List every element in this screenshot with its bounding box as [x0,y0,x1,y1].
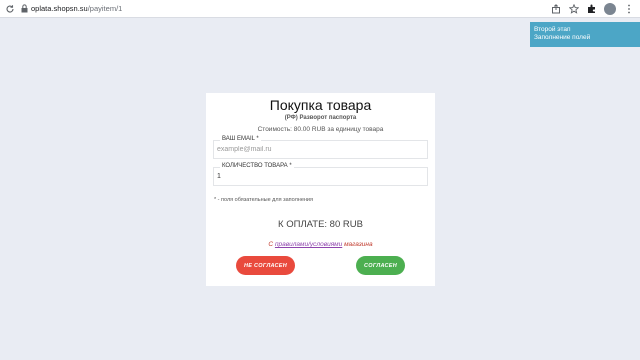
lock-icon [19,3,29,15]
terms-suffix: магазина [344,241,373,248]
toast-line-1: Второй этап [534,26,571,33]
terms-link[interactable]: правилами/условиями [275,241,342,248]
total-amount: К ОПЛАТЕ: 80 RUB [278,219,363,230]
url-host: oplata.shopsn.su [31,4,88,13]
share-icon[interactable] [550,3,561,14]
terms-prefix: С [268,241,274,248]
menu-dots-icon[interactable] [623,3,634,14]
stage-notification: Второй этап Заполнение полей [530,22,640,47]
disagree-button[interactable]: НЕ СОГЛАСЕН [236,256,295,275]
bookmark-star-icon[interactable] [568,3,579,14]
email-input[interactable] [217,146,422,153]
browser-toolbar: oplata.shopsn.su/payitem/1 [0,0,640,18]
address-bar[interactable]: oplata.shopsn.su/payitem/1 [19,2,550,16]
product-name: (РФ) Разворот паспорта [284,115,357,121]
agree-button[interactable]: СОГЛАСЕН [356,256,405,275]
purchase-form: Покупка товара (РФ) Разворот паспорта Ст… [206,93,435,286]
quantity-label: КОЛИЧЕСТВО ТОВАРА * [220,163,294,169]
extensions-icon[interactable] [586,3,597,14]
email-field[interactable]: ВАШ EMAIL * [213,136,428,159]
url-text: oplata.shopsn.su/payitem/1 [31,4,122,13]
required-note: * - поля обязательные для заполнения [214,197,313,203]
price-text: Стоимость: 80.00 RUB за единицу товара [257,126,384,133]
page-title: Покупка товара [269,97,372,113]
quantity-field[interactable]: КОЛИЧЕСТВО ТОВАРА * [213,163,428,186]
terms-agreement: С правилами/условиями магазина [206,241,435,248]
quantity-input[interactable] [217,173,422,180]
url-path: /payitem/1 [87,4,123,13]
email-label: ВАШ EMAIL * [220,136,261,142]
toast-line-2: Заполнение полей [534,33,591,41]
profile-avatar[interactable] [604,2,616,15]
reload-icon[interactable] [3,2,17,16]
